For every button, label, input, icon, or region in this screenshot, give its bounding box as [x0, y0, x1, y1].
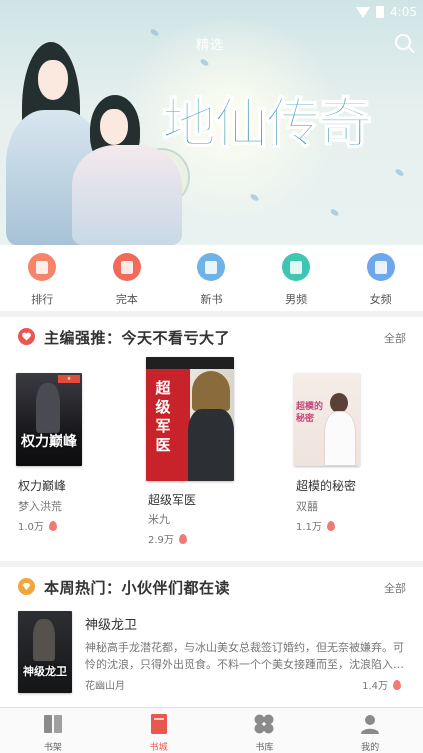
popularity-count: 1.0万 [18, 522, 44, 533]
category-female-channel[interactable]: 女频 [338, 245, 423, 311]
nav-tab-label: 书城 [149, 743, 168, 753]
book-popularity: 1.0万 [18, 518, 57, 533]
book-author: 米九 [148, 513, 170, 526]
see-all-link[interactable]: 全部 [384, 330, 406, 346]
page-title: 精选 [196, 38, 225, 53]
book-author: 梦入洪荒 [18, 500, 62, 513]
flame-icon [48, 520, 57, 531]
book-popularity: 2.9万 [148, 531, 187, 546]
nav-tab-label: 我的 [361, 743, 380, 753]
profile-icon [358, 712, 382, 736]
cover-title: 权力巅峰 [21, 434, 77, 450]
cover-title: 超模的秘密 [296, 402, 324, 424]
petal-decoration [329, 207, 340, 218]
book-popularity: 1.1万 [296, 518, 335, 533]
nav-tab-bookshelf[interactable]: 书架 [0, 708, 106, 753]
section-header: 主编强推：今天不看亏大了 全部 [0, 317, 423, 357]
flame-icon [326, 520, 335, 531]
section-editor-picks: 主编强推：今天不看亏大了 全部 ★ 权力巅峰 权力巅峰 梦入洪荒 1.0万 超级… [0, 317, 423, 561]
book-cover: 超模的秘密 [294, 373, 360, 466]
book-card[interactable]: 超模的秘密 超模的秘密 双囍 1.1万 [294, 373, 404, 543]
book-popularity: 1.4万 [362, 677, 401, 692]
book-description: 神秘高手龙潜花都，与冰山美女总裁签订婚约，但无奈被嫌弃。可怜的沈浪，只得外出觅食… [85, 641, 404, 671]
bookshelf-icon [41, 712, 65, 736]
banner-title-logo: 地仙传奇 [161, 91, 373, 156]
cover-title: 超级军医 [155, 379, 171, 454]
popularity-count: 1.1万 [296, 522, 322, 533]
book-title: 神级龙卫 [85, 618, 138, 633]
male-channel-icon [282, 253, 311, 281]
category-completed-book[interactable]: 完本 [85, 245, 170, 311]
female-channel-icon [366, 253, 395, 281]
book-title: 超级军医 [148, 493, 197, 507]
category-label: 男频 [285, 293, 308, 306]
ranking-icon [28, 253, 57, 281]
book-author: 花幽山月 [85, 681, 125, 692]
nav-tab-label: 书架 [43, 743, 62, 753]
book-title: 权力巅峰 [18, 479, 67, 493]
category-label: 完本 [115, 293, 138, 306]
section-hot-this-week: 本周热门：小伙伴们都在读 全部 神级龙卫 神级龙卫 神秘高手龙潜花都，与冰山美女… [0, 567, 423, 707]
category-label: 女频 [369, 293, 392, 306]
cover-title: 神级龙卫 [23, 665, 67, 678]
wifi-icon [356, 6, 371, 18]
book-list-item[interactable]: 神级龙卫 神级龙卫 神秘高手龙潜花都，与冰山美女总裁签订婚约，但无奈被嫌弃。可怜… [0, 567, 423, 707]
search-icon[interactable] [395, 34, 411, 50]
popularity-count: 2.9万 [148, 535, 174, 546]
nav-tab-bookstore[interactable]: 书城 [106, 708, 212, 753]
new-book-icon [197, 253, 226, 281]
flame-icon [178, 533, 187, 544]
nav-tab-library[interactable]: 书库 [212, 708, 318, 753]
completed-book-icon [112, 253, 141, 281]
book-cover: ★ 权力巅峰 [16, 373, 82, 466]
status-time: 4:05 [390, 5, 417, 19]
popularity-count: 1.4万 [362, 681, 388, 692]
book-card[interactable]: ★ 权力巅峰 权力巅峰 梦入洪荒 1.0万 [16, 373, 126, 543]
bottom-navigation: 书架 书城 书库 我的 [0, 707, 423, 753]
flame-icon [393, 679, 401, 690]
battery-icon [376, 6, 385, 18]
nav-tab-label: 书库 [255, 743, 274, 753]
svg-text:地仙传奇: 地仙传奇 [162, 92, 371, 155]
heart-badge-icon [18, 328, 35, 345]
book-author: 双囍 [296, 500, 318, 513]
book-cover: 神级龙卫 [18, 611, 72, 693]
petal-decoration [149, 27, 160, 38]
status-bar: 4:05 [356, 2, 417, 22]
book-title: 超模的秘密 [296, 479, 357, 493]
category-label: 新书 [200, 293, 223, 306]
category-bar: 排行 完本 新书 男频 女频 [0, 245, 423, 311]
bookstore-icon [147, 712, 171, 736]
category-label: 排行 [31, 293, 54, 306]
bookstore-page: 地仙传奇 4:05 精选 排行 完本 新书 男频 女频 主编强推：今天不看亏大了 全部 … [0, 0, 423, 753]
section-title: 主编强推：今天不看亏大了 [44, 329, 231, 347]
petal-decoration [394, 167, 405, 178]
book-cover: 超级军医 [146, 357, 234, 481]
nav-tab-profile[interactable]: 我的 [317, 708, 423, 753]
category-new-book[interactable]: 新书 [169, 245, 254, 311]
category-male-channel[interactable]: 男频 [254, 245, 339, 311]
category-ranking[interactable]: 排行 [0, 245, 85, 311]
book-card[interactable]: 超级军医 超级军医 米九 2.9万 [146, 357, 256, 547]
library-icon [252, 712, 276, 736]
featured-banner[interactable]: 地仙传奇 4:05 精选 [0, 0, 423, 245]
